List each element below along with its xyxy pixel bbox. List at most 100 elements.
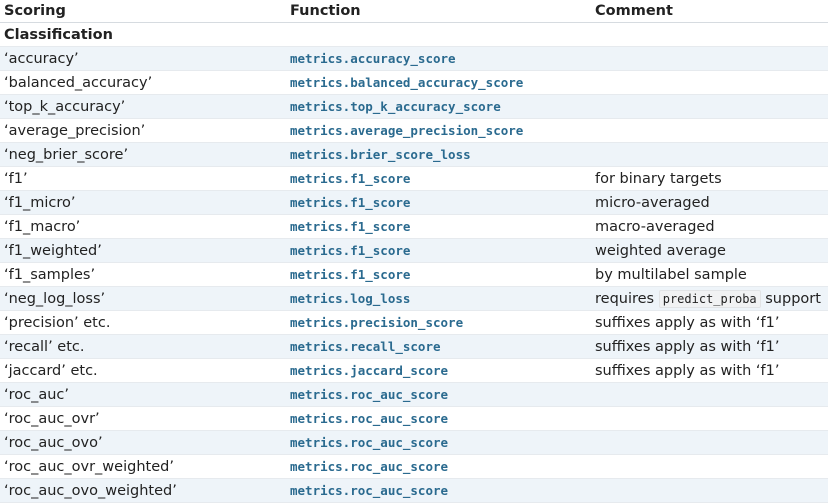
scoring-cell: ‘neg_brier_score’ — [4, 146, 129, 163]
function-link[interactable]: metrics.brier_score_loss — [286, 143, 591, 167]
scoring-cell: ‘recall’ etc. — [4, 338, 85, 355]
comment-cell — [591, 119, 828, 143]
header-function: Function — [286, 0, 591, 23]
table-row: ‘accuracy’ metrics.accuracy_score — [0, 46, 828, 71]
comment-cell: suffixes apply as with ‘f1’ — [595, 362, 780, 379]
function-name[interactable]: metrics.jaccard_score — [290, 363, 448, 378]
table-row: ‘roc_auc_ovo’ metrics.roc_auc_score — [0, 430, 828, 455]
table-row: ‘roc_auc_ovr_weighted’ metrics.roc_auc_s… — [0, 455, 828, 479]
function-link[interactable]: metrics.average_precision_score — [286, 119, 591, 143]
function-name[interactable]: metrics.f1_score — [290, 267, 410, 282]
scoring-cell: ‘f1_weighted’ — [4, 242, 102, 259]
function-name[interactable]: metrics.f1_score — [290, 243, 410, 258]
comment-cell — [591, 383, 828, 407]
function-name[interactable]: metrics.roc_auc_score — [290, 387, 448, 402]
comment-cell: macro-averaged — [595, 218, 715, 235]
function-link[interactable]: metrics.f1_score — [286, 263, 591, 287]
scoring-cell: ‘roc_auc’ — [4, 386, 70, 403]
function-name[interactable]: metrics.f1_score — [290, 219, 410, 234]
function-link[interactable]: metrics.jaccard_score — [286, 359, 591, 383]
table-row: ‘neg_brier_score’ metrics.brier_score_lo… — [0, 142, 828, 167]
table-body: Classification ‘accuracy’ metrics.accura… — [0, 23, 828, 503]
table-row: ‘jaccard’ etc. metrics.jaccard_score suf… — [0, 359, 828, 383]
comment-cell: suffixes apply as with ‘f1’ — [595, 338, 780, 355]
table-header: Scoring Function Comment — [0, 0, 828, 23]
function-name[interactable]: metrics.average_precision_score — [290, 123, 523, 138]
scoring-cell: ‘f1’ — [4, 170, 28, 187]
function-name[interactable]: metrics.log_loss — [290, 291, 410, 306]
function-name[interactable]: metrics.accuracy_score — [290, 51, 456, 66]
scoring-cell: ‘jaccard’ etc. — [4, 362, 98, 379]
function-link[interactable]: metrics.roc_auc_score — [286, 431, 591, 455]
table-row: ‘f1_macro’ metrics.f1_score macro-averag… — [0, 215, 828, 239]
table-row: ‘balanced_accuracy’ metrics.balanced_acc… — [0, 71, 828, 95]
function-link[interactable]: metrics.recall_score — [286, 335, 591, 359]
function-link[interactable]: metrics.balanced_accuracy_score — [286, 71, 591, 95]
table-row: ‘neg_log_loss’ metrics.log_loss requires… — [0, 286, 828, 311]
function-name[interactable]: metrics.top_k_accuracy_score — [290, 99, 501, 114]
table-row: ‘top_k_accuracy’ metrics.top_k_accuracy_… — [0, 94, 828, 119]
function-name[interactable]: metrics.precision_score — [290, 315, 463, 330]
table-row: ‘roc_auc_ovo_weighted’ metrics.roc_auc_s… — [0, 478, 828, 503]
comment-cell — [591, 71, 828, 95]
table-row: ‘recall’ etc. metrics.recall_score suffi… — [0, 334, 828, 359]
table-row: ‘f1’ metrics.f1_score for binary targets — [0, 167, 828, 191]
function-name[interactable]: metrics.brier_score_loss — [290, 147, 471, 162]
function-link[interactable]: metrics.top_k_accuracy_score — [286, 95, 591, 119]
scoring-cell: ‘f1_micro’ — [4, 194, 76, 211]
scoring-cell: ‘roc_auc_ovo’ — [4, 434, 103, 451]
table-row: ‘f1_weighted’ metrics.f1_score weighted … — [0, 238, 828, 263]
comment-cell — [591, 479, 828, 503]
section-row: Classification — [0, 23, 828, 47]
function-name[interactable]: metrics.roc_auc_score — [290, 483, 448, 498]
comment-cell: requires predict_proba support — [591, 287, 828, 311]
function-name[interactable]: metrics.f1_score — [290, 195, 410, 210]
scoring-cell: ‘neg_log_loss’ — [4, 290, 106, 307]
table-row: ‘average_precision’ metrics.average_prec… — [0, 119, 828, 143]
scoring-cell: ‘average_precision’ — [4, 122, 146, 139]
scoring-cell: ‘roc_auc_ovo_weighted’ — [4, 482, 177, 499]
function-link[interactable]: metrics.roc_auc_score — [286, 383, 591, 407]
function-link[interactable]: metrics.accuracy_score — [286, 47, 591, 71]
function-name[interactable]: metrics.roc_auc_score — [290, 435, 448, 450]
scoring-cell: ‘roc_auc_ovr’ — [4, 410, 100, 427]
function-name[interactable]: metrics.roc_auc_score — [290, 459, 448, 474]
section-title: Classification — [4, 26, 113, 43]
function-link[interactable]: metrics.roc_auc_score — [286, 455, 591, 479]
function-link[interactable]: metrics.f1_score — [286, 239, 591, 263]
function-link[interactable]: metrics.f1_score — [286, 215, 591, 239]
comment-cell — [591, 407, 828, 431]
comment-cell — [591, 47, 828, 71]
function-link[interactable]: metrics.roc_auc_score — [286, 479, 591, 503]
scoring-cell: ‘balanced_accuracy’ — [4, 74, 153, 91]
scoring-cell: ‘f1_samples’ — [4, 266, 96, 283]
function-link[interactable]: metrics.f1_score — [286, 167, 591, 191]
comment-cell — [591, 143, 828, 167]
function-name[interactable]: metrics.balanced_accuracy_score — [290, 75, 523, 90]
function-name[interactable]: metrics.f1_score — [290, 171, 410, 186]
comment-cell: suffixes apply as with ‘f1’ — [595, 314, 780, 331]
comment-cell: by multilabel sample — [595, 266, 747, 283]
table-row: ‘roc_auc_ovr’ metrics.roc_auc_score — [0, 407, 828, 431]
table-row: ‘f1_micro’ metrics.f1_score micro-averag… — [0, 190, 828, 215]
predict-proba-code: predict_proba — [658, 289, 761, 308]
header-comment: Comment — [591, 0, 828, 23]
table-row: ‘f1_samples’ metrics.f1_score by multila… — [0, 263, 828, 287]
function-link[interactable]: metrics.f1_score — [286, 191, 591, 215]
table-row: ‘roc_auc’ metrics.roc_auc_score — [0, 382, 828, 407]
comment-cell: for binary targets — [595, 170, 722, 187]
function-link[interactable]: metrics.precision_score — [286, 311, 591, 335]
comment-text: requires — [595, 290, 655, 307]
scoring-cell: ‘accuracy’ — [4, 50, 79, 67]
scoring-cell: ‘f1_macro’ — [4, 218, 81, 235]
comment-cell: weighted average — [595, 242, 726, 259]
function-name[interactable]: metrics.roc_auc_score — [290, 411, 448, 426]
table-row: ‘precision’ etc. metrics.precision_score… — [0, 311, 828, 335]
scoring-table: Scoring Function Comment Classification … — [0, 0, 828, 503]
function-name[interactable]: metrics.recall_score — [290, 339, 441, 354]
comment-cell — [591, 455, 828, 479]
scoring-cell: ‘roc_auc_ovr_weighted’ — [4, 458, 174, 475]
function-link[interactable]: metrics.log_loss — [286, 287, 591, 311]
function-link[interactable]: metrics.roc_auc_score — [286, 407, 591, 431]
comment-cell — [591, 431, 828, 455]
